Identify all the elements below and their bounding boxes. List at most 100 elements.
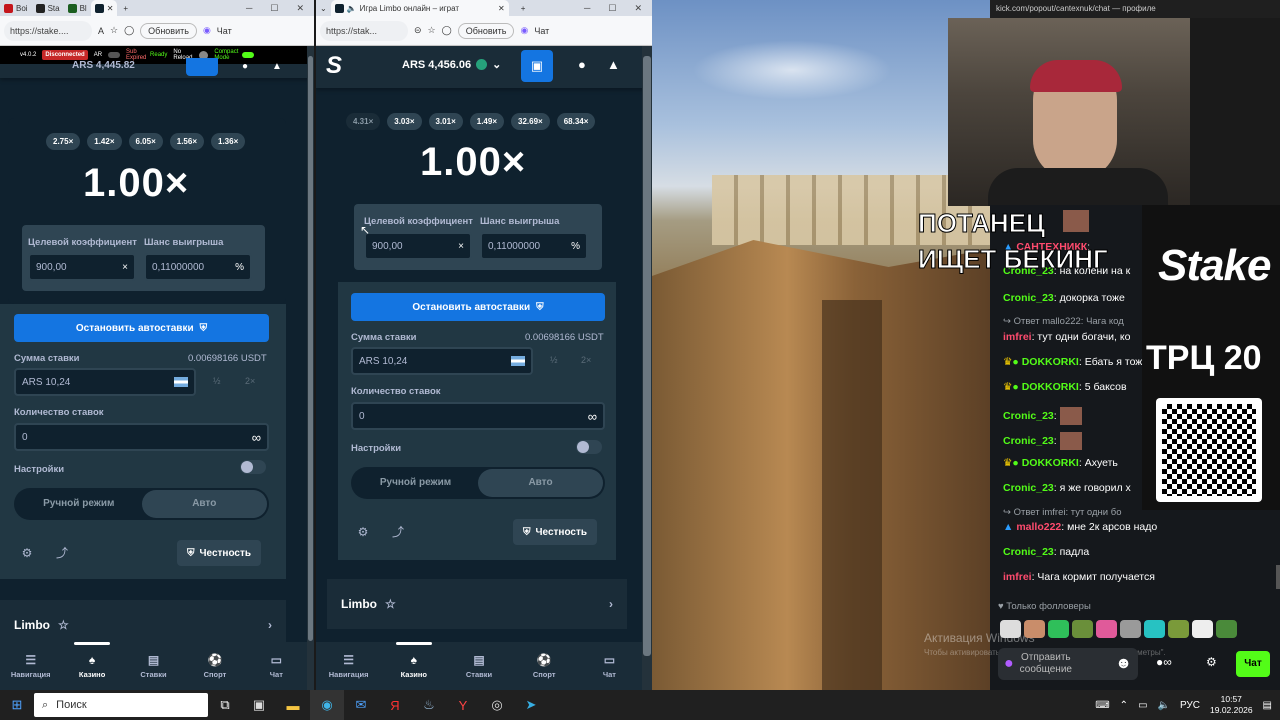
emote-icon[interactable] bbox=[1192, 620, 1213, 638]
copilot-icon[interactable]: ◉ bbox=[520, 25, 528, 36]
nav-bets[interactable]: ▤ Ставки bbox=[123, 642, 184, 690]
emote-icon[interactable] bbox=[1048, 620, 1069, 638]
minimize-icon[interactable]: ─ bbox=[246, 3, 252, 14]
tray-chevron-icon[interactable]: ⌃ bbox=[1120, 700, 1128, 711]
emote-icon[interactable] bbox=[1120, 620, 1141, 638]
chevron-right-icon[interactable]: › bbox=[609, 597, 613, 611]
user-icon[interactable]: ● bbox=[242, 61, 248, 72]
emote-icon[interactable] bbox=[1000, 620, 1021, 638]
mid-scrollbar[interactable] bbox=[642, 46, 652, 690]
stop-autobet-button[interactable]: Остановить автоставки ⛨ bbox=[14, 314, 269, 342]
profile-icon[interactable]: ◯ bbox=[124, 25, 134, 36]
chevron-right-icon[interactable]: › bbox=[268, 618, 272, 632]
steam-icon[interactable]: ♨ bbox=[412, 690, 446, 720]
close-window-icon[interactable]: ✕ bbox=[296, 3, 304, 14]
ext-toggle-2[interactable] bbox=[242, 52, 255, 58]
emote-icon[interactable] bbox=[1216, 620, 1237, 638]
stats-chart-icon[interactable]: ⤴ bbox=[391, 525, 405, 539]
emote-picker-icon[interactable]: ● bbox=[1004, 655, 1014, 673]
url-field[interactable]: https://stake.... bbox=[4, 20, 92, 41]
nav-sports[interactable]: ⚽ Спорт bbox=[184, 642, 245, 690]
manual-mode-tab[interactable]: Ручной режим bbox=[16, 490, 142, 518]
left-tab-active[interactable]: ✕ bbox=[90, 0, 118, 16]
left-tab-3[interactable]: Bl bbox=[64, 0, 91, 16]
edge-icon[interactable]: ◉ bbox=[310, 690, 344, 720]
notification-icon[interactable]: ▲ bbox=[607, 57, 620, 72]
store-icon[interactable]: ▣ bbox=[242, 690, 276, 720]
emoji-icon[interactable]: ☻ bbox=[1115, 655, 1132, 673]
nav-chat[interactable]: ▭ Чат bbox=[246, 642, 307, 690]
emote-icon[interactable] bbox=[1144, 620, 1165, 638]
wallet-button[interactable] bbox=[186, 58, 218, 76]
double-button[interactable]: 2× bbox=[245, 376, 255, 386]
close-window-icon[interactable]: ✕ bbox=[634, 3, 642, 14]
settings-gear-icon[interactable]: ⚙ bbox=[356, 525, 370, 539]
close-tab-icon[interactable]: ✕ bbox=[107, 4, 114, 13]
nav-browse[interactable]: ☰ Навигация bbox=[316, 642, 381, 690]
chat-nick[interactable]: imfrei bbox=[1003, 571, 1032, 583]
chat-nick[interactable]: Cronic_23 bbox=[1003, 482, 1054, 494]
chat-nick[interactable]: mallo222 bbox=[1016, 521, 1061, 533]
user-icon[interactable]: ● bbox=[578, 57, 586, 72]
mid-balance[interactable]: ARS 4,456.06 ⌄ bbox=[402, 58, 501, 72]
maximize-icon[interactable]: ☐ bbox=[270, 3, 278, 14]
favorite-star-icon[interactable]: ☆ bbox=[428, 25, 436, 36]
telegram-icon[interactable]: ➤ bbox=[514, 690, 548, 720]
read-aloud-icon[interactable]: A bbox=[98, 26, 104, 36]
settings-gear-icon[interactable]: ⚙ bbox=[20, 546, 34, 560]
favorite-star-icon[interactable]: ☆ bbox=[58, 618, 69, 632]
emote-icon[interactable] bbox=[1096, 620, 1117, 638]
left-balance[interactable]: ARS 4,445.82 bbox=[72, 60, 135, 71]
new-tab-icon[interactable]: + bbox=[123, 4, 128, 13]
mid-tab-active[interactable]: 🔈 Игра Limbo онлайн – играт ✕ bbox=[330, 0, 509, 16]
auto-mode-tab[interactable]: Авто bbox=[141, 490, 267, 518]
infinity-icon[interactable]: ∞ bbox=[252, 430, 261, 445]
bet-amount-input[interactable]: ARS 10,24 bbox=[14, 368, 196, 396]
target-input[interactable]: 900,00 × bbox=[28, 253, 136, 281]
users-icon[interactable]: ●∞ bbox=[1156, 655, 1172, 669]
fairness-button[interactable]: ⛨ Честность bbox=[513, 519, 598, 545]
chat-nick[interactable]: DOKKORKI bbox=[1022, 381, 1079, 393]
nav-browse[interactable]: ☰ Навигация bbox=[0, 642, 61, 690]
stats-chart-icon[interactable]: ⤴ bbox=[55, 546, 69, 560]
wallet-button[interactable]: ▣ bbox=[521, 50, 553, 82]
favorite-star-icon[interactable]: ☆ bbox=[385, 597, 396, 611]
chat-scrollbar[interactable] bbox=[1276, 565, 1280, 589]
double-button[interactable]: 2× bbox=[581, 355, 591, 365]
scrollbar-thumb[interactable] bbox=[643, 56, 651, 656]
read-aloud-icon[interactable]: ⊝ bbox=[414, 25, 422, 36]
maximize-icon[interactable]: ☐ bbox=[608, 3, 616, 14]
left-scrollbar[interactable] bbox=[307, 46, 314, 690]
notification-icon[interactable]: ▲ bbox=[272, 61, 282, 72]
close-tab-icon[interactable]: ✕ bbox=[498, 4, 505, 13]
chance-input[interactable]: 0,11000000% bbox=[144, 253, 252, 281]
chat-nick[interactable]: Cronic_23 bbox=[1003, 410, 1054, 422]
emote-icon[interactable] bbox=[1072, 620, 1093, 638]
chat-nick[interactable]: Cronic_23 bbox=[1003, 546, 1054, 558]
refresh-button[interactable]: Обновить bbox=[457, 22, 515, 39]
copilot-icon[interactable]: ◉ bbox=[203, 25, 211, 36]
speaker-icon[interactable]: 🔈 bbox=[347, 4, 357, 13]
stake-logo-icon[interactable]: S bbox=[326, 52, 342, 80]
manual-mode-tab[interactable]: Ручной режим bbox=[353, 469, 478, 497]
half-button[interactable]: ½ bbox=[550, 355, 558, 365]
settings-toggle[interactable] bbox=[576, 440, 602, 454]
bet-amount-input[interactable]: ARS 10,24 bbox=[351, 347, 533, 375]
clock[interactable]: 10:57 19.02.2026 bbox=[1210, 694, 1253, 716]
chat-nick[interactable]: Cronic_23 bbox=[1003, 292, 1054, 304]
new-tab-icon[interactable]: + bbox=[521, 4, 526, 13]
settings-toggle[interactable] bbox=[240, 460, 266, 474]
fairness-button[interactable]: ⛨ Честность bbox=[177, 540, 262, 566]
infinity-icon[interactable]: ∞ bbox=[588, 409, 597, 424]
chat-nick[interactable]: Cronic_23 bbox=[1003, 435, 1054, 447]
left-tab-2[interactable]: Sta bbox=[32, 0, 64, 16]
favorite-star-icon[interactable]: ☆ bbox=[110, 25, 118, 36]
yandex-icon[interactable]: Я bbox=[378, 690, 412, 720]
chat-nick[interactable]: imfrei bbox=[1003, 331, 1032, 343]
chat-nick[interactable]: DOKKORKI bbox=[1022, 457, 1079, 469]
chat-button[interactable]: Чат bbox=[217, 26, 232, 36]
chat-send-button[interactable]: Чат bbox=[1236, 651, 1270, 677]
stop-autobet-button[interactable]: Остановить автоставки ⛨ bbox=[351, 293, 605, 321]
start-button[interactable]: ⊞ bbox=[0, 690, 34, 720]
emote-icon[interactable] bbox=[1168, 620, 1189, 638]
